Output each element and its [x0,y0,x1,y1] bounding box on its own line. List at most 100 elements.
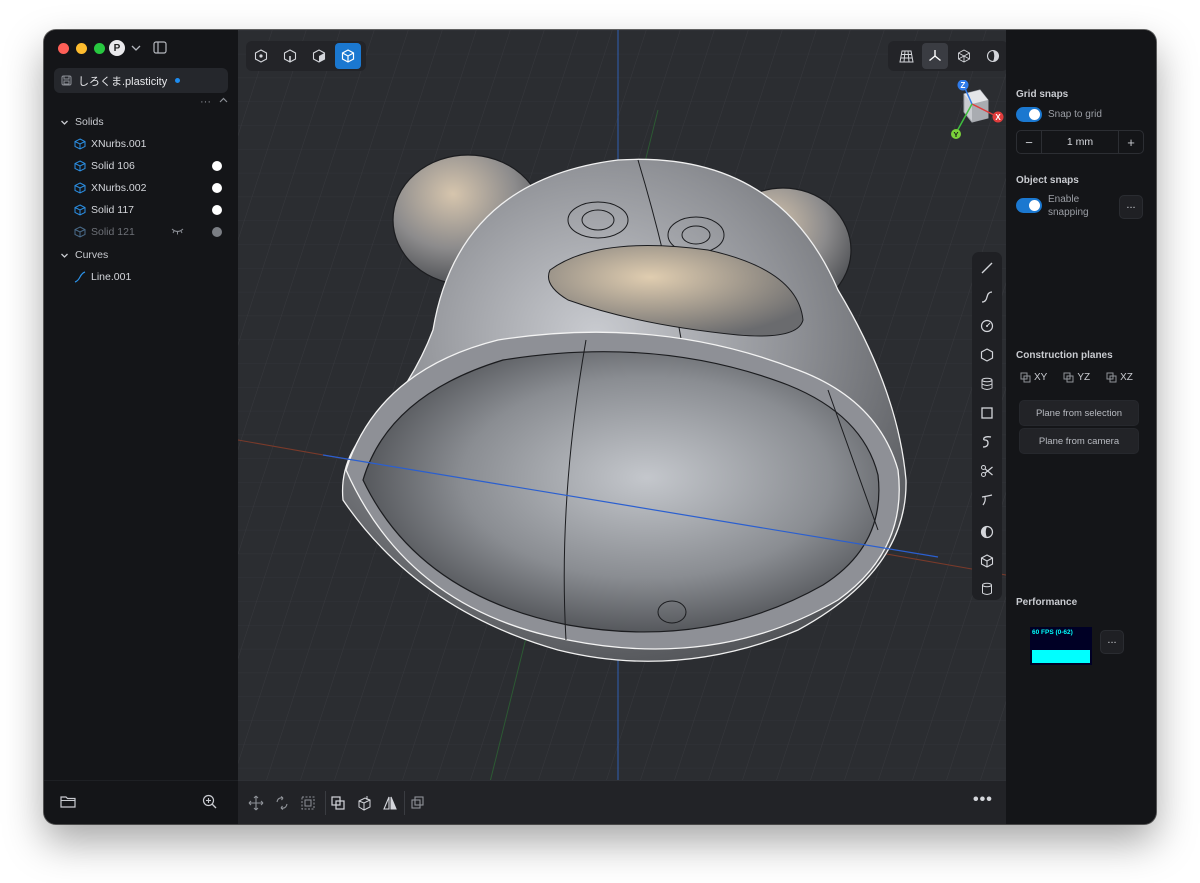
scale-button[interactable] [298,793,318,813]
folder-icon[interactable] [60,795,76,813]
edge-mode-button[interactable] [277,43,303,69]
axes-icon [929,50,941,62]
vertex-mode-icon [254,49,268,63]
enable-snapping-toggle[interactable] [1016,198,1042,213]
fps-readout: 60 FPS (0-62) [1032,629,1073,636]
box-icon [980,554,994,568]
chevron-down-icon[interactable] [130,41,142,59]
move-button[interactable] [246,793,266,813]
visibility-toggle[interactable] [212,161,222,171]
visibility-toggle[interactable] [212,227,222,237]
polygon-tool-button[interactable] [975,343,999,367]
plane-xy-button[interactable]: XY [1020,372,1047,383]
zoom-in-icon[interactable] [202,794,217,814]
wireframe-toggle-button[interactable] [951,43,977,69]
grid-toggle-button[interactable] [893,43,919,69]
solid-cube-icon [74,226,86,238]
performance-more-button[interactable]: ... [1100,630,1124,654]
more-tools-button[interactable]: ••• [973,791,993,809]
enable-snapping-label-line1: Enable [1048,194,1080,205]
circle-tool-button[interactable] [975,314,999,338]
navigation-gizmo[interactable]: Z X Y [938,80,1004,142]
tree-item-label: Solid 106 [91,160,135,172]
shading-toggle-button[interactable] [980,43,1006,69]
creation-toolstrip [972,252,1002,600]
file-tab[interactable]: しろくま.plasticity [54,68,228,93]
view-toolbar [888,41,1006,71]
grid-size-decrement-button[interactable]: − [1017,135,1041,150]
visibility-toggle[interactable] [212,205,222,215]
spiral-curve-tool-button[interactable] [975,430,999,454]
tree-item-label: Line.001 [91,271,132,283]
tree-item-line-001[interactable]: Line.001 [74,267,224,287]
mirror-icon [383,796,397,810]
vertex-mode-button[interactable] [248,43,274,69]
face-mode-button[interactable] [306,43,332,69]
curve-tool-button[interactable] [975,285,999,309]
visibility-toggle[interactable] [212,183,222,193]
grid-size-value[interactable]: 1 mm [1041,131,1119,153]
tree-item-xnurbs-002[interactable]: XNurbs.002 [74,178,224,198]
tree-item-solid-117[interactable]: Solid 117 [74,200,224,220]
close-window-button[interactable] [58,43,69,54]
tree-item-xnurbs-001[interactable]: XNurbs.001 [74,134,224,154]
box-tool-button[interactable] [975,549,999,573]
rotate-button[interactable] [272,793,292,813]
snap-to-grid-toggle[interactable] [1016,107,1042,122]
enable-snapping-label: Enable snapping [1048,193,1089,219]
collapse-all-button[interactable] [219,96,228,108]
line-tool-button[interactable] [975,256,999,280]
solid-cube-icon [74,204,86,216]
fillet-curve-tool-button[interactable] [975,488,999,512]
plane-yz-button[interactable]: YZ [1063,372,1090,383]
extrude-icon [358,796,371,811]
profile-avatar[interactable]: P [109,40,125,56]
rectangle-icon [981,407,993,419]
extrude-button[interactable] [354,793,374,813]
more-options-button[interactable]: ··· [200,96,211,108]
construction-plane-options: XY YZ XZ [1020,372,1133,383]
3d-viewport[interactable]: Z X Y ••• [238,30,1006,824]
transform-toolbar: ••• [238,780,1006,824]
plane-icon [1020,372,1031,383]
selection-mode-toolbar [246,41,366,71]
grid-size-increment-button[interactable]: + [1119,135,1143,150]
gizmo-z-label: Z [961,81,966,90]
maximize-window-button[interactable] [94,43,105,54]
plane-xy-label: XY [1034,372,1048,383]
tree-item-solid-121[interactable]: Solid 121 [74,222,224,242]
scissors-icon [981,465,993,477]
cylinder-solid-tool-button[interactable] [975,577,999,601]
curves-section-header[interactable]: Curves [60,249,108,261]
plane-from-camera-button[interactable]: Plane from camera [1019,428,1139,454]
solid-mode-button[interactable] [335,43,361,69]
chevron-down-icon [61,253,68,258]
fps-graph [1032,650,1090,663]
plane-xz-button[interactable]: XZ [1106,372,1133,383]
window-controls [58,43,105,54]
wireframe-icon [958,49,970,63]
tree-item-solid-106[interactable]: Solid 106 [74,156,224,176]
unsaved-indicator [175,78,181,83]
trim-tool-button[interactable] [975,459,999,483]
cylinder-tool-button[interactable] [975,372,999,396]
boolean-button[interactable] [328,793,348,813]
axes-toggle-button[interactable] [922,43,948,69]
solid-mode-icon [341,49,355,63]
shell-tool-button[interactable] [975,520,999,544]
gizmo-x-label: X [995,113,1001,122]
eye-closed-icon[interactable] [171,226,184,239]
sidebar-toggle-icon[interactable] [153,41,167,59]
solids-section-header[interactable]: Solids [60,116,104,128]
gizmo-y-label: Y [953,130,958,139]
duplicate-button[interactable] [408,793,428,813]
solid-cube-icon [74,138,86,150]
plane-from-selection-button[interactable]: Plane from selection [1019,400,1139,426]
rectangle-tool-button[interactable] [975,401,999,425]
file-name: しろくま.plasticity [78,75,168,88]
object-snaps-more-button[interactable]: ... [1119,195,1143,219]
minimize-window-button[interactable] [76,43,87,54]
grid-size-stepper: − 1 mm + [1016,130,1144,154]
curve-icon [74,271,86,283]
mirror-button[interactable] [380,793,400,813]
